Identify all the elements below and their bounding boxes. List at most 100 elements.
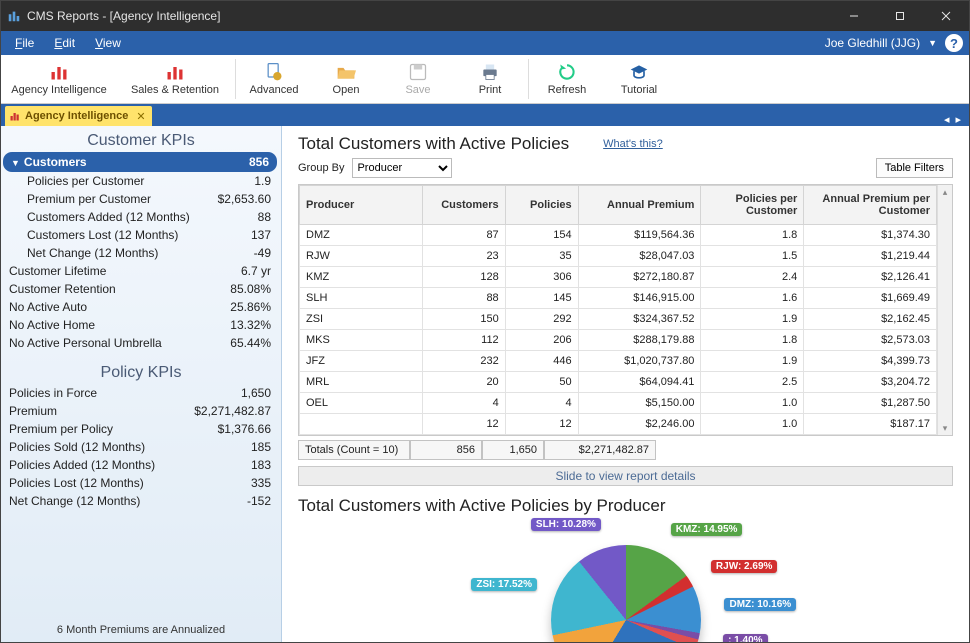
kpi-premium[interactable]: Premium$2,271,482.87 [9,402,271,420]
ribbon-label: Advanced [250,84,299,96]
tab-close-icon[interactable]: ✕ [136,110,145,123]
cell-annual-premium: $2,246.00 [578,414,701,435]
table-row[interactable]: OEL44$5,150.001.0$1,287.50 [300,393,952,414]
kpi-net-change-policies[interactable]: Net Change (12 Months)-152 [9,492,271,510]
kpi-premium-per-policy[interactable]: Premium per Policy$1,376.66 [9,420,271,438]
kpi-no-active-auto[interactable]: No Active Auto25.86% [9,298,271,316]
cell-ppc: 1.8 [701,330,804,351]
table-header-row: Producer Customers Policies Annual Premi… [300,186,952,225]
minimize-button[interactable] [831,1,877,31]
whats-this-link[interactable]: What's this? [603,138,663,150]
col-policies[interactable]: Policies [505,186,578,225]
table-row[interactable]: KMZ128306$272,180.872.4$2,126.41 [300,267,952,288]
cell-customers: 232 [422,351,505,372]
ribbon-print[interactable]: Print [454,55,526,103]
kpi-no-active-home[interactable]: No Active Home13.32% [9,316,271,334]
totals-label: Totals (Count = 10) [298,440,410,460]
kpi-policies-lost[interactable]: Policies Lost (12 Months)335 [9,474,271,492]
tab-scroll-right[interactable]: ▸ [955,113,961,126]
kpi-customer-retention[interactable]: Customer Retention85.08% [9,280,271,298]
kpi-customers-added[interactable]: Customers Added (12 Months)88 [9,208,271,226]
main-content: Total Customers with Active Policies Wha… [282,126,969,642]
tab-scroll-left[interactable]: ◂ [944,113,950,126]
help-icon[interactable]: ? [945,34,963,52]
cell-apc: $1,219.44 [804,246,937,267]
slide-hint-bar[interactable]: Slide to view report details [298,466,953,486]
ribbon-tutorial[interactable]: Tutorial [603,55,675,103]
table-row[interactable]: MRL2050$64,094.412.5$3,204.72 [300,372,952,393]
sidebar-footnote: 6 Month Premiums are Annualized [1,618,281,642]
document-tab-label: Agency Intelligence [25,110,128,122]
cell-apc: $1,374.30 [804,225,937,246]
cell-ppc: 1.6 [701,288,804,309]
cell-policies: 4 [505,393,578,414]
pie-graphic [551,545,701,643]
menu-edit[interactable]: Edit [46,34,83,52]
table-row[interactable]: DMZ87154$119,564.361.8$1,374.30 [300,225,952,246]
cell-producer: MKS [300,330,423,351]
scroll-up-icon[interactable]: ▴ [938,185,952,199]
titlebar: CMS Reports - [Agency Intelligence] [1,1,969,31]
pie-slice-label: RJW: 2.69% [711,560,778,573]
table-filters-button[interactable]: Table Filters [876,158,953,178]
menu-file[interactable]: File [7,34,42,52]
kpi-policies-per-customer[interactable]: Policies per Customer1.9 [9,172,271,190]
active-indicator-icon: ▼ [11,158,20,168]
folder-open-icon [336,62,356,82]
ribbon-refresh[interactable]: Refresh [531,55,603,103]
totals-annual-premium: $2,271,482.87 [544,440,656,460]
document-tab[interactable]: Agency Intelligence ✕ [5,106,152,126]
ribbon-label: Refresh [548,84,587,96]
kpi-policies-in-force[interactable]: Policies in Force1,650 [9,384,271,402]
table-row[interactable]: 1212$2,246.001.0$187.17 [300,414,952,435]
printer-icon [480,62,500,82]
pie-chart: KMZ: 14.95%RJW: 2.69%DMZ: 10.16%: 1.40%M… [496,520,756,643]
cell-apc: $2,126.41 [804,267,937,288]
cell-ppc: 2.4 [701,267,804,288]
user-name[interactable]: Joe Gledhill (JJG) [825,36,920,50]
col-annual-premium[interactable]: Annual Premium [578,186,701,225]
kpi-no-active-umbrella[interactable]: No Active Personal Umbrella65.44% [9,334,271,352]
cell-apc: $1,669.49 [804,288,937,309]
ribbon-open[interactable]: Open [310,55,382,103]
col-policies-per-customer[interactable]: Policies per Customer [701,186,804,225]
ribbon-advanced[interactable]: Advanced [238,55,310,103]
ribbon-sales-retention[interactable]: Sales & Retention [117,55,233,103]
col-producer[interactable]: Producer [300,186,423,225]
menu-view[interactable]: View [87,34,129,52]
cell-producer: DMZ [300,225,423,246]
kpi-premium-per-customer[interactable]: Premium per Customer$2,653.60 [9,190,271,208]
kpi-customers[interactable]: ▼Customers 856 [3,152,277,172]
cell-annual-premium: $324,367.52 [578,309,701,330]
table-row[interactable]: SLH88145$146,915.001.6$1,669.49 [300,288,952,309]
scroll-down-icon[interactable]: ▾ [938,421,952,435]
table-scrollbar[interactable]: ▴ ▾ [937,185,952,435]
maximize-button[interactable] [877,1,923,31]
col-annual-premium-per-customer[interactable]: Annual Premium per Customer [804,186,937,225]
chart-area: Total Customers with Active Policies by … [282,486,969,642]
table-row[interactable]: ZSI150292$324,367.521.9$2,162.45 [300,309,952,330]
ribbon-agency-intelligence[interactable]: Agency Intelligence [1,55,117,103]
col-customers[interactable]: Customers [422,186,505,225]
user-dropdown-caret[interactable]: ▼ [928,38,937,48]
data-table: Producer Customers Policies Annual Premi… [298,184,953,436]
kpi-net-change-customers[interactable]: Net Change (12 Months)-49 [9,244,271,262]
cell-policies: 206 [505,330,578,351]
kpi-policies-added[interactable]: Policies Added (12 Months)183 [9,456,271,474]
cell-producer: MRL [300,372,423,393]
kpi-customers-lost[interactable]: Customers Lost (12 Months)137 [9,226,271,244]
kpi-customer-lifetime[interactable]: Customer Lifetime6.7 yr [9,262,271,280]
group-by-select[interactable]: Producer [352,158,452,178]
cell-ppc: 1.9 [701,309,804,330]
cell-annual-premium: $64,094.41 [578,372,701,393]
close-button[interactable] [923,1,969,31]
cell-producer: SLH [300,288,423,309]
table-row[interactable]: RJW2335$28,047.031.5$1,219.44 [300,246,952,267]
cell-apc: $4,399.73 [804,351,937,372]
bar-chart-icon [9,110,21,122]
cell-policies: 292 [505,309,578,330]
kpi-policies-sold[interactable]: Policies Sold (12 Months)185 [9,438,271,456]
table-row[interactable]: JFZ232446$1,020,737.801.9$4,399.73 [300,351,952,372]
ribbon-save: Save [382,55,454,103]
table-row[interactable]: MKS112206$288,179.881.8$2,573.03 [300,330,952,351]
